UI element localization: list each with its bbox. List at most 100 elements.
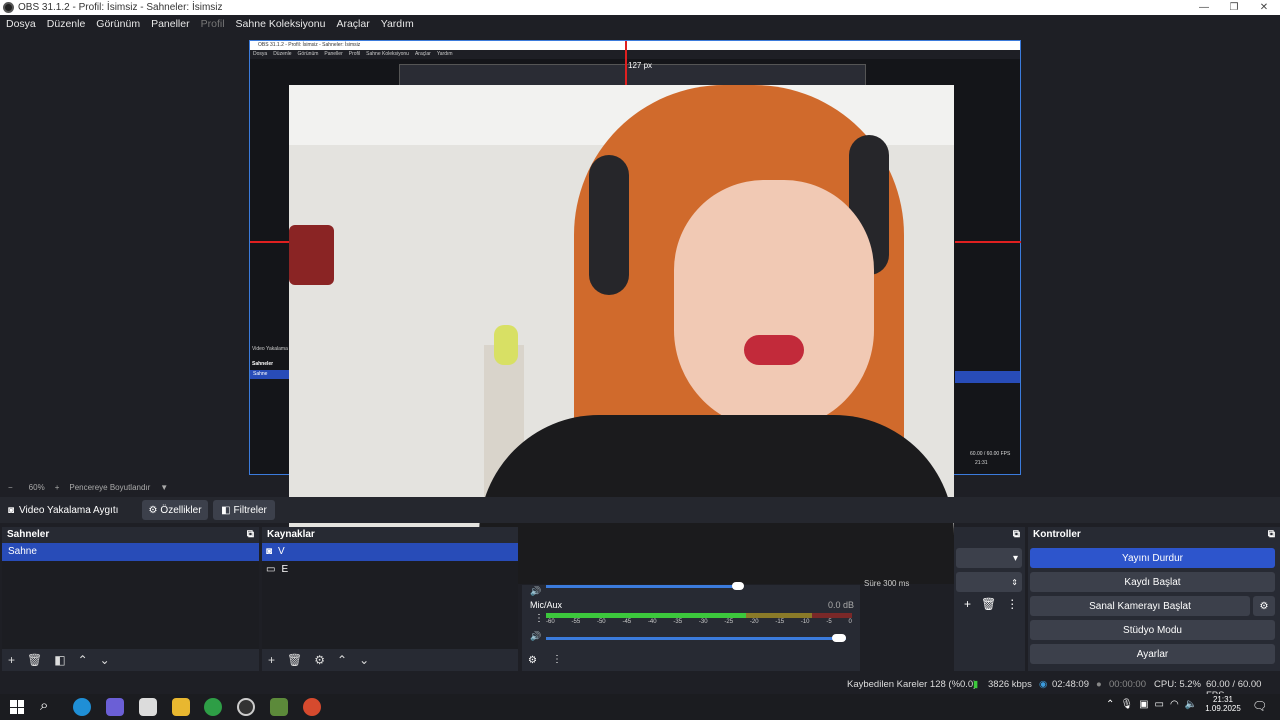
scenes-header: Sahneler ⧉ xyxy=(2,527,259,543)
maximize-icon[interactable]: ❐ xyxy=(1218,0,1250,15)
volume-icon[interactable]: 🔈 xyxy=(1185,699,1197,710)
store-icon[interactable] xyxy=(139,698,157,716)
volume-slider-top[interactable] xyxy=(732,582,744,590)
undock-icon[interactable]: ⧉ xyxy=(1013,527,1020,543)
add-icon[interactable]: + xyxy=(964,597,971,611)
alignment-guide-right xyxy=(955,241,1021,243)
microphone-icon[interactable]: 🎙 xyxy=(1120,699,1133,710)
start-virtual-camera-button[interactable]: Sanal Kamerayı Başlat xyxy=(1030,596,1250,616)
gear-icon[interactable]: ⚙ xyxy=(314,653,325,667)
camera-icon: ◙ xyxy=(8,504,15,516)
camera-icon: ◙ xyxy=(266,546,273,557)
start-recording-button[interactable]: Kaydı Başlat xyxy=(1030,572,1275,592)
zoom-out-button[interactable]: − xyxy=(8,483,13,492)
mixer-menu-icon[interactable]: ⋮ xyxy=(552,654,562,665)
advanced-audio-icon[interactable]: ⚙ xyxy=(528,655,537,666)
chrome-icon[interactable] xyxy=(204,698,222,716)
chevron-up-icon[interactable]: ⌃ xyxy=(1106,699,1114,710)
scenes-toolbar: + 🗑 ◧ ⌃ ⌄ xyxy=(2,649,110,671)
arrow-down-icon[interactable]: ⌄ xyxy=(100,653,110,667)
duration-stepper[interactable]: ⇕ xyxy=(956,572,1022,592)
alignment-guide-left xyxy=(250,241,290,243)
scene-item[interactable]: Sahne xyxy=(2,543,259,561)
wifi-icon[interactable]: ◠ xyxy=(1170,699,1179,710)
kebab-menu-icon[interactable]: ⋮ xyxy=(1006,597,1018,611)
menu-help[interactable]: Yardım xyxy=(381,18,414,30)
speaker-icon[interactable]: 🔊 xyxy=(530,586,544,597)
vcam-settings-button[interactable]: ⚙ xyxy=(1253,596,1275,616)
arrow-up-icon[interactable]: ⌃ xyxy=(78,653,88,667)
menu-profile[interactable]: Profil xyxy=(201,18,225,30)
filters-button[interactable]: ◧ Filtreler xyxy=(213,500,275,520)
search-icon[interactable]: ⌕ xyxy=(40,697,48,714)
arrow-up-icon[interactable]: ⌃ xyxy=(337,653,347,667)
edge-icon[interactable] xyxy=(73,698,91,716)
filter-icon[interactable]: ◧ xyxy=(54,653,65,667)
duration-label: Süre 300 ms xyxy=(864,579,910,588)
alignment-guide-vertical xyxy=(625,41,627,86)
obs-logo-icon xyxy=(3,2,14,13)
menu-file[interactable]: Dosya xyxy=(6,18,36,30)
display-icon[interactable]: ▣ xyxy=(1139,699,1148,710)
stream-time: 02:48:09 xyxy=(1052,679,1089,690)
speaker-icon[interactable]: 🔊 xyxy=(530,631,541,642)
chevron-down-icon[interactable]: ▼ xyxy=(160,483,168,492)
transition-toolbar: + 🗑 ⋮ xyxy=(964,597,1018,611)
scenes-dock: Sahneler ⧉ Sahne + 🗑 ◧ ⌃ ⌄ xyxy=(2,527,259,671)
kebab-menu-icon[interactable]: ⋮ xyxy=(534,613,544,624)
add-icon[interactable]: + xyxy=(268,653,275,667)
taskbar: ⌕ ⌃ 🎙 ▣ ▭ ◠ 🔈 21:31 1.09.2025 🗨 xyxy=(0,694,1280,720)
notification-icon[interactable]: 🗨 xyxy=(1252,699,1267,713)
close-icon[interactable]: ✕ xyxy=(1248,0,1280,15)
minimize-icon[interactable]: — xyxy=(1188,0,1220,15)
zoom-in-button[interactable]: + xyxy=(55,483,60,492)
studio-mode-button[interactable]: Stüdyo Modu xyxy=(1030,620,1275,640)
audio-mixer: 🔊 Mic/Aux 0.0 dB ⋮ -60 -55 -50 -45 -40 -35 -30… xyxy=(522,582,860,671)
monitor-icon: ▭ xyxy=(266,564,276,575)
chrome-profile-icon[interactable] xyxy=(303,698,321,716)
menu-docks[interactable]: Paneller xyxy=(151,18,190,30)
properties-button[interactable]: ⚙ Özellikler xyxy=(142,500,208,520)
source-item[interactable]: ◙ V xyxy=(262,543,518,561)
window-title: OBS 31.1.2 - Profil: İsimsiz - Sahneler:… xyxy=(18,2,223,13)
nested-source-label: Video Yakalama xyxy=(252,346,288,352)
zoom-bar: − 60% + Pencereye Boyutlandır ▼ xyxy=(0,479,1280,495)
nested-control-primary xyxy=(955,371,1020,383)
taskbar-time: 21:31 xyxy=(1212,695,1234,704)
controls-header: Kontroller ⧉ xyxy=(1028,527,1280,543)
menu-scene-collection[interactable]: Sahne Koleksiyonu xyxy=(236,18,326,30)
obs-taskbar-icon[interactable] xyxy=(237,698,255,716)
trash-icon[interactable]: 🗑 xyxy=(27,653,42,667)
minecraft-icon[interactable] xyxy=(270,698,288,716)
settings-button[interactable]: Ayarlar xyxy=(1030,644,1275,664)
undock-icon[interactable]: ⧉ xyxy=(247,527,254,543)
copilot-icon[interactable] xyxy=(106,698,124,716)
add-icon[interactable]: + xyxy=(8,653,15,667)
volume-slider-handle[interactable] xyxy=(832,634,846,642)
level-meter-green xyxy=(546,613,746,618)
transition-select[interactable]: ▾ xyxy=(956,548,1022,568)
menu-view[interactable]: Görünüm xyxy=(96,18,140,30)
gear-icon: ⚙ xyxy=(1259,600,1269,612)
battery-icon[interactable]: ▭ xyxy=(1155,699,1164,710)
nested-title: OBS 31.1.2 - Profil: İsimsiz - Sahneler:… xyxy=(250,41,1020,50)
stop-stream-button[interactable]: Yayını Durdur xyxy=(1030,548,1275,568)
volume-slider-track[interactable] xyxy=(546,637,846,640)
bitrate: 3826 kbps xyxy=(988,679,1032,690)
windows-start-icon[interactable] xyxy=(10,700,24,714)
folder-icon[interactable] xyxy=(172,698,190,716)
menu-edit[interactable]: Düzenle xyxy=(47,18,86,30)
fit-window-label[interactable]: Pencereye Boyutlandır xyxy=(69,483,150,492)
menu-tools[interactable]: Araçlar xyxy=(336,18,369,30)
nested-scenes-header: Sahneler xyxy=(252,361,274,367)
arrow-down-icon[interactable]: ⌄ xyxy=(359,653,369,667)
taskbar-clock[interactable]: 21:31 1.09.2025 xyxy=(1203,695,1243,713)
nested-fps: 60.00 / 60.00 FPS xyxy=(970,451,1011,457)
trash-icon[interactable]: 🗑 xyxy=(287,653,302,667)
signal-icon: ▮ xyxy=(973,679,979,690)
undock-icon[interactable]: ⧉ xyxy=(1268,527,1275,543)
trash-icon[interactable]: 🗑 xyxy=(981,597,996,611)
menu-bar: Dosya Düzenle Görünüm Paneller Profil Sa… xyxy=(0,15,1280,33)
source-item[interactable]: ▭ E xyxy=(262,561,518,579)
stream-icon: ◉ xyxy=(1039,679,1048,690)
